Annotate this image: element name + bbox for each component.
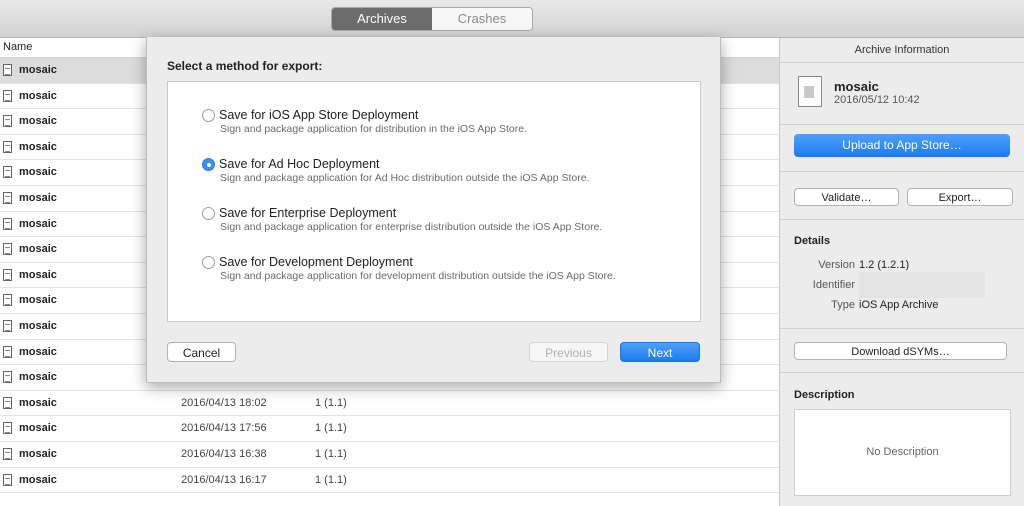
archive-file-icon — [3, 447, 12, 460]
row-name: mosaic — [19, 319, 57, 332]
window-toolbar: Archives Crashes — [0, 0, 1024, 38]
divider — [780, 124, 1024, 125]
type-label: Type — [831, 299, 855, 311]
row-name: mosaic — [19, 64, 57, 76]
type-value: iOS App Archive — [859, 299, 939, 311]
archive-info-panel: Archive Information mosaic 2016/05/12 10… — [779, 38, 1024, 506]
option-title: Save for iOS App Store Deployment — [219, 108, 419, 122]
description-field[interactable]: No Description — [794, 409, 1011, 496]
archive-file-icon — [3, 396, 12, 409]
row-version: 1 (1.1) — [315, 447, 347, 460]
option-title: Save for Enterprise Deployment — [219, 206, 397, 220]
row-name: mosaic — [19, 371, 57, 384]
radio-button[interactable] — [202, 256, 215, 269]
archive-file-icon — [3, 217, 12, 230]
archive-file-icon — [3, 345, 12, 358]
row-name: mosaic — [19, 191, 57, 204]
row-name: mosaic — [19, 473, 57, 486]
archive-file-icon — [3, 64, 12, 76]
row-date: 2016/04/13 16:17 — [181, 473, 267, 486]
option-description: Sign and package application for enterpr… — [220, 221, 603, 233]
view-segmented-control: Archives Crashes — [331, 7, 533, 31]
divider — [780, 219, 1024, 220]
radio-button[interactable] — [202, 207, 215, 220]
archive-file-icon — [3, 243, 12, 256]
table-row[interactable]: mosaic 2016/04/13 18:02 1 (1.1) — [0, 391, 779, 417]
validate-button[interactable]: Validate… — [794, 188, 899, 206]
row-name: mosaic — [19, 115, 57, 128]
row-name: mosaic — [19, 243, 57, 256]
row-name: mosaic — [19, 422, 57, 435]
archive-file-icon — [3, 115, 12, 128]
row-date: 2016/04/13 16:38 — [181, 447, 267, 460]
archive-name: mosaic — [834, 79, 879, 94]
version-label: Version — [818, 259, 855, 271]
row-date: 2016/04/13 17:56 — [181, 422, 267, 435]
row-name: mosaic — [19, 294, 57, 307]
table-row[interactable]: mosaic 2016/04/13 16:38 1 (1.1) — [0, 442, 779, 468]
row-name: mosaic — [19, 140, 57, 153]
archive-file-icon — [3, 371, 12, 384]
cancel-button[interactable]: Cancel — [167, 342, 236, 362]
export-method-sheet: Select a method for export: Save for iOS… — [146, 37, 721, 383]
archive-file-icon — [3, 89, 12, 102]
table-row[interactable]: mosaic 2016/04/13 16:17 1 (1.1) — [0, 468, 779, 494]
tab-archives[interactable]: Archives — [332, 8, 432, 30]
archive-file-icon — [3, 294, 12, 307]
identifier-label: Identifier — [812, 279, 855, 291]
archive-file-icon — [3, 191, 12, 204]
table-row[interactable]: mosaic 2016/04/13 17:56 1 (1.1) — [0, 416, 779, 442]
option-title: Save for Development Deployment — [219, 255, 413, 269]
row-name: mosaic — [19, 217, 57, 230]
radio-button[interactable] — [202, 158, 215, 171]
divider — [780, 328, 1024, 329]
option-description: Sign and package application for develop… — [220, 270, 616, 282]
row-date: 2016/04/13 18:02 — [181, 396, 267, 409]
divider — [780, 372, 1024, 373]
upload-to-app-store-button[interactable]: Upload to App Store… — [794, 134, 1010, 157]
previous-button[interactable]: Previous — [529, 342, 608, 362]
description-heading: Description — [794, 389, 855, 401]
identifier-value — [859, 272, 985, 298]
option-description: Sign and package application for Ad Hoc … — [220, 172, 590, 184]
option-description: Sign and package application for distrib… — [220, 123, 528, 135]
row-version: 1 (1.1) — [315, 396, 347, 409]
option-title: Save for Ad Hoc Deployment — [219, 157, 380, 171]
row-name: mosaic — [19, 447, 57, 460]
row-name: mosaic — [19, 89, 57, 102]
archive-file-icon — [3, 422, 12, 435]
tab-crashes[interactable]: Crashes — [432, 8, 532, 30]
details-heading: Details — [794, 235, 831, 247]
row-version: 1 (1.1) — [315, 473, 347, 486]
row-name: mosaic — [19, 396, 57, 409]
panel-title: Archive Information — [780, 38, 1024, 63]
divider — [780, 171, 1024, 172]
export-button[interactable]: Export… — [907, 188, 1013, 206]
radio-button[interactable] — [202, 109, 215, 122]
archive-file-icon — [3, 473, 12, 486]
row-name: mosaic — [19, 268, 57, 281]
archive-date: 2016/05/12 10:42 — [834, 94, 920, 106]
download-dsyms-button[interactable]: Download dSYMs… — [794, 342, 1007, 360]
app-archive-icon — [798, 76, 826, 107]
archive-file-icon — [3, 166, 12, 179]
version-value: 1.2 (1.2.1) — [859, 259, 910, 271]
archive-file-icon — [3, 140, 12, 153]
row-version: 1 (1.1) — [315, 422, 347, 435]
next-button[interactable]: Next — [620, 342, 700, 362]
archive-file-icon — [3, 319, 12, 332]
row-name: mosaic — [19, 166, 57, 179]
row-name: mosaic — [19, 345, 57, 358]
archive-file-icon — [3, 268, 12, 281]
sheet-title: Select a method for export: — [167, 59, 323, 73]
export-options: Save for iOS App Store Deployment Sign a… — [167, 81, 701, 322]
